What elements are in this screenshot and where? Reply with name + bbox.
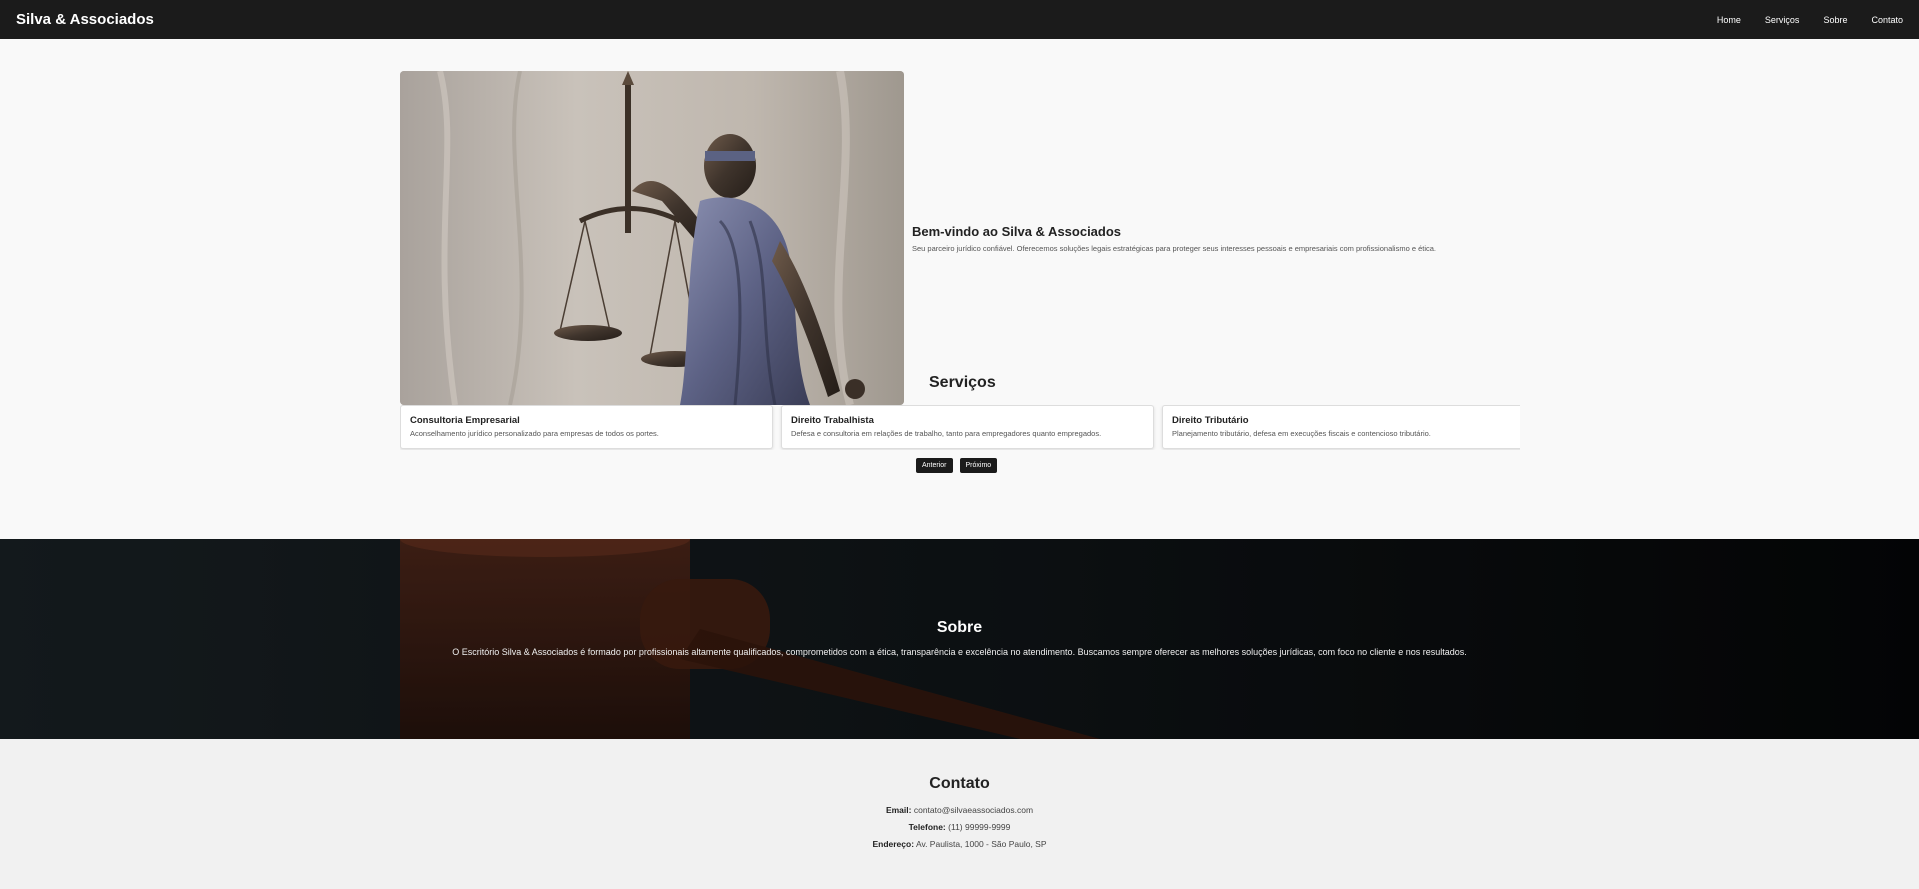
address-label: Endereço:	[872, 839, 915, 849]
hero-image	[400, 71, 904, 405]
service-card-text: Aconselhamento jurídico personalizado pa…	[410, 429, 659, 438]
about-text: O Escritório Silva & Associados é formad…	[452, 647, 1467, 657]
contact-phone: Telefone: (11) 99999-9999	[0, 822, 1919, 832]
nav-home[interactable]: Home	[1717, 15, 1741, 25]
service-card-title: Direito Trabalhista	[791, 415, 874, 426]
phone-value: (11) 99999-9999	[948, 822, 1011, 832]
lady-justice-statue-image	[400, 71, 904, 405]
service-card-title: Direito Tributário	[1172, 415, 1249, 426]
service-card[interactable]: Direito Tributário Planejamento tributár…	[1162, 405, 1520, 449]
nav-contato[interactable]: Contato	[1871, 15, 1903, 25]
address-value: Av. Paulista, 1000 - São Paulo, SP	[915, 839, 1047, 849]
about-title: Sobre	[936, 619, 983, 636]
service-card-text: Planejamento tributário, defesa em execu…	[1172, 429, 1431, 438]
service-card[interactable]: Consultoria Empresarial Aconselhamento j…	[400, 405, 773, 449]
next-button[interactable]: Próximo	[959, 458, 998, 473]
welcome-title: Bem-vindo ao Silva & Associados	[912, 224, 1122, 239]
email-label: Email:	[885, 805, 912, 815]
contact-email: Email: contato@silvaeassociados.com	[0, 805, 1919, 815]
services-title: Serviços	[929, 374, 996, 391]
main-nav: Home Serviços Sobre Contato	[1717, 15, 1903, 25]
service-card-text: Defesa e consultoria em relações de trab…	[791, 429, 1102, 438]
contact-address: Endereço: Av. Paulista, 1000 - São Paulo…	[0, 839, 1919, 849]
email-value[interactable]: contato@silvaeassociados.com	[914, 805, 1033, 815]
nav-servicos[interactable]: Serviços	[1765, 15, 1800, 25]
service-card[interactable]: Direito Trabalhista Defesa e consultoria…	[781, 405, 1154, 449]
brand-logo[interactable]: Silva & Associados	[16, 11, 154, 28]
about-content: Sobre O Escritório Silva & Associados é …	[0, 619, 1919, 657]
top-navbar: Silva & Associados Home Serviços Sobre C…	[0, 0, 1919, 39]
service-card-title: Consultoria Empresarial	[410, 415, 520, 426]
carousel-controls: Anterior Próximo	[916, 458, 998, 473]
welcome-text: Seu parceiro jurídico confiável. Oferece…	[912, 244, 1437, 253]
nav-sobre[interactable]: Sobre	[1823, 15, 1847, 25]
services-carousel: Consultoria Empresarial Aconselhamento j…	[400, 405, 1520, 450]
welcome-section: Bem-vindo ao Silva & Associados Seu parc…	[912, 224, 1612, 253]
about-section: Sobre O Escritório Silva & Associados é …	[0, 539, 1919, 739]
contact-title: Contato	[929, 775, 990, 792]
contact-section: Contato Email: contato@silvaeassociados.…	[0, 739, 1919, 889]
previous-button[interactable]: Anterior	[916, 458, 953, 473]
phone-label: Telefone:	[908, 822, 946, 832]
